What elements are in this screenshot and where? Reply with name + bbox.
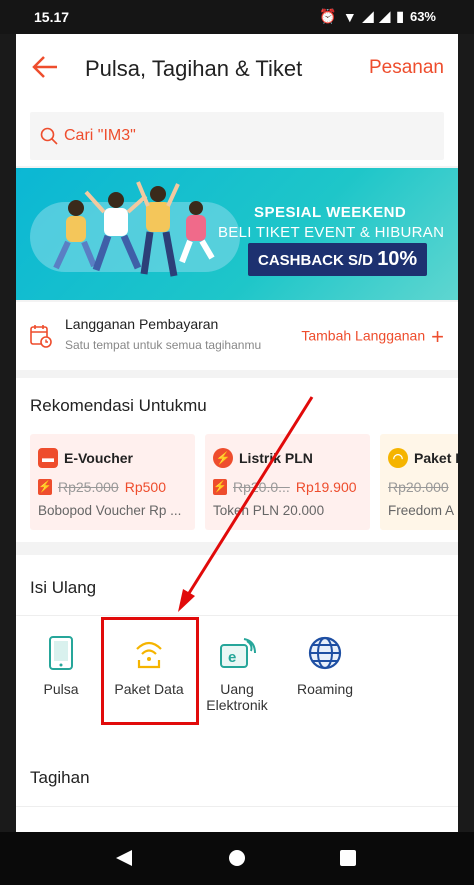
flash-icon: ⚡ xyxy=(38,479,52,495)
add-subscription-button[interactable]: Tambah Langganan + xyxy=(301,324,444,350)
old-price: Rp25.000 xyxy=(58,479,119,495)
svg-text:e: e xyxy=(228,649,236,666)
divider xyxy=(16,615,458,616)
add-subscription-label: Tambah Langganan xyxy=(301,327,426,344)
bills-section: Tagihan xyxy=(16,750,458,832)
recommendations-title: Rekomendasi Untukmu xyxy=(30,396,207,415)
cashback-value: 10% xyxy=(377,248,418,270)
page-title: Pulsa, Tagihan & Tiket xyxy=(85,56,303,81)
top-up-pulsa[interactable]: Pulsa xyxy=(16,635,106,697)
orders-link[interactable]: Pesanan xyxy=(369,57,444,79)
app-frame: Pulsa, Tagihan & Tiket Pesanan Cari "IM3… xyxy=(16,34,458,832)
subscription-subtitle: Satu tempat untuk semua tagihanmu xyxy=(65,338,262,352)
top-up-title: Isi Ulang xyxy=(30,578,97,597)
signal-icon-2: ◢ xyxy=(379,8,391,24)
card-desc: Bobopod Voucher Rp ... xyxy=(38,503,182,518)
highlight-box xyxy=(101,617,199,725)
phone-icon xyxy=(49,636,73,670)
new-price: Rp500 xyxy=(124,479,166,495)
search-section: Cari "IM3" xyxy=(16,104,458,166)
globe-icon xyxy=(308,636,342,670)
plus-icon: + xyxy=(431,324,444,349)
app-bar: Pulsa, Tagihan & Tiket Pesanan xyxy=(16,34,458,104)
top-up-label: Roaming xyxy=(296,681,354,697)
card-desc: Token PLN 20.000 xyxy=(213,503,325,518)
card-name: E-Voucher xyxy=(64,450,133,466)
divider xyxy=(16,806,458,807)
search-icon xyxy=(40,127,58,145)
banner-cashback: CASHBACK S/D 10% xyxy=(248,243,428,276)
recommendation-card[interactable]: ▬ E-Voucher ⚡ Rp25.000 Rp500 Bobopod Vouche… xyxy=(30,434,195,530)
recents-nav-icon[interactable] xyxy=(340,850,356,866)
battery-level: 63% xyxy=(409,9,436,24)
status-bar: 15.17 ⏰ ▼ ◢ ◢ ▮ 63% xyxy=(0,0,474,34)
signal-icon: ◢ xyxy=(362,8,374,24)
card-desc: Freedom A xyxy=(388,503,455,518)
top-up-uang-elektronik[interactable]: e Uang Elektronik xyxy=(192,635,282,713)
top-up-label: Uang Elektronik xyxy=(206,681,268,713)
home-nav-icon[interactable] xyxy=(229,850,245,866)
banner-line1: SPESIAL WEEKEND xyxy=(254,204,407,221)
subscription-title: Langganan Pembayaran xyxy=(65,316,219,332)
recommendations-section: Rekomendasi Untukmu ▬ E-Voucher ⚡ Rp25.000… xyxy=(16,378,458,542)
status-icons: ⏰ ▼ ◢ ◢ ▮ 63% xyxy=(319,8,436,25)
card-name: Listrik PLN xyxy=(239,450,313,466)
recommendation-card[interactable]: ⚡ Listrik PLN ⚡ Rp20.0... Rp19.900 Token PL… xyxy=(205,434,370,530)
arrow-left-icon xyxy=(32,56,57,78)
card-name: Paket D xyxy=(414,450,458,466)
old-price: Rp20.0... xyxy=(233,479,290,495)
wifi-icon: ◠ xyxy=(388,448,408,468)
wifi-status-icon: ▼ xyxy=(342,8,357,25)
status-time: 15.17 xyxy=(34,9,70,25)
banner-line2: BELI TIKET EVENT & HIBURAN xyxy=(218,224,445,241)
back-nav-icon[interactable] xyxy=(116,850,132,866)
people-illustration xyxy=(53,181,215,277)
top-up-label: Pulsa xyxy=(43,681,79,697)
top-up-roaming[interactable]: Roaming xyxy=(280,635,370,697)
old-price: Rp20.000 xyxy=(388,479,449,495)
top-up-section: Isi Ulang Pulsa Paket Data e Uang Elektr… xyxy=(16,555,458,767)
promo-banner[interactable]: SPESIAL WEEKEND BELI TIKET EVENT & HIBUR… xyxy=(16,168,458,300)
bills-title: Tagihan xyxy=(30,768,90,787)
search-input[interactable]: Cari "IM3" xyxy=(30,112,444,160)
new-price: Rp19.900 xyxy=(295,479,357,495)
recommendation-card[interactable]: ◠ Paket D Rp20.000 Freedom A xyxy=(380,434,458,530)
search-placeholder: Cari "IM3" xyxy=(64,127,136,144)
alarm-icon: ⏰ xyxy=(319,8,337,24)
back-button[interactable] xyxy=(30,52,60,82)
battery-icon: ▮ xyxy=(396,8,404,24)
electricity-icon: ⚡ xyxy=(213,448,233,468)
cashback-prefix: CASHBACK S/D xyxy=(258,252,374,269)
flash-icon: ⚡ xyxy=(213,479,227,495)
system-nav-bar xyxy=(0,832,474,885)
subscription-row[interactable]: Langganan Pembayaran Satu tempat untuk s… xyxy=(16,302,458,370)
voucher-icon: ▬ xyxy=(38,448,58,468)
calendar-clock-icon xyxy=(30,325,52,348)
e-money-icon: e xyxy=(220,638,256,668)
